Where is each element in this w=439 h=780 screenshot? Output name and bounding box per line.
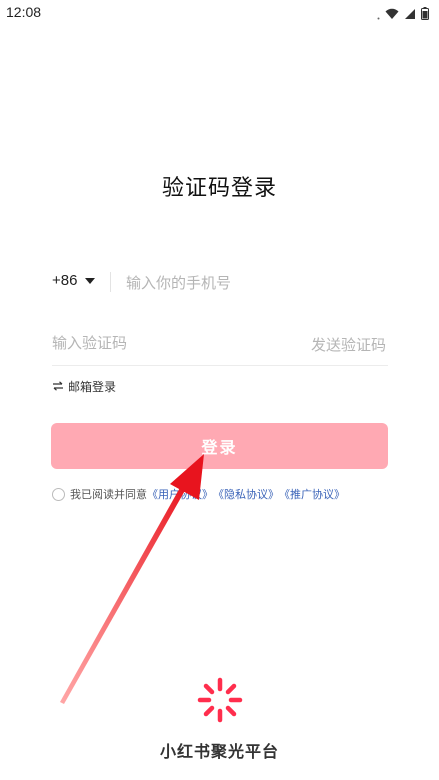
promotion-agreement-link[interactable]: 《推广协议》 [279,486,345,502]
verification-code-input[interactable] [52,328,272,358]
login-screen: 12:08 验证码登录 +86 发送验证码 [0,0,439,780]
agreement-text: 我已阅读并同意 [70,488,147,501]
phone-row: +86 [52,268,388,298]
privacy-agreement-link[interactable]: 《隐私协议》 [213,486,279,502]
battery-icon [421,5,429,24]
divider [110,272,111,292]
code-row: 发送验证码 [52,328,388,366]
page-title: 验证码登录 [161,176,277,201]
phone-input[interactable] [126,268,376,298]
cellular-signal-icon [404,5,416,24]
country-code-label: +86 [52,272,78,289]
caret-down-icon [85,277,96,284]
dot-icon [377,5,380,24]
spinner-burst-icon [197,677,243,723]
wifi-icon [385,5,399,24]
status-time: 12:08 [6,4,42,20]
country-code-selector[interactable]: +86 [52,272,96,289]
email-login-label: 邮箱登录 [68,380,117,394]
swap-arrows-icon [52,380,64,394]
status-icons [377,5,429,24]
status-bar: 12:08 [0,0,439,26]
send-code-button[interactable]: 发送验证码 [311,334,386,355]
agreement-row: 我已阅读并同意 《用户协议》 《隐私协议》 《推广协议》 [52,486,345,502]
user-agreement-link[interactable]: 《用户协议》 [147,486,213,502]
email-login-link[interactable]: 邮箱登录 [52,378,116,395]
brand-name: 小红书聚光平台 [159,742,279,761]
agreement-checkbox[interactable] [52,487,65,501]
annotation-arrow-shaft [60,484,187,704]
login-button[interactable]: 登录 [51,423,388,469]
